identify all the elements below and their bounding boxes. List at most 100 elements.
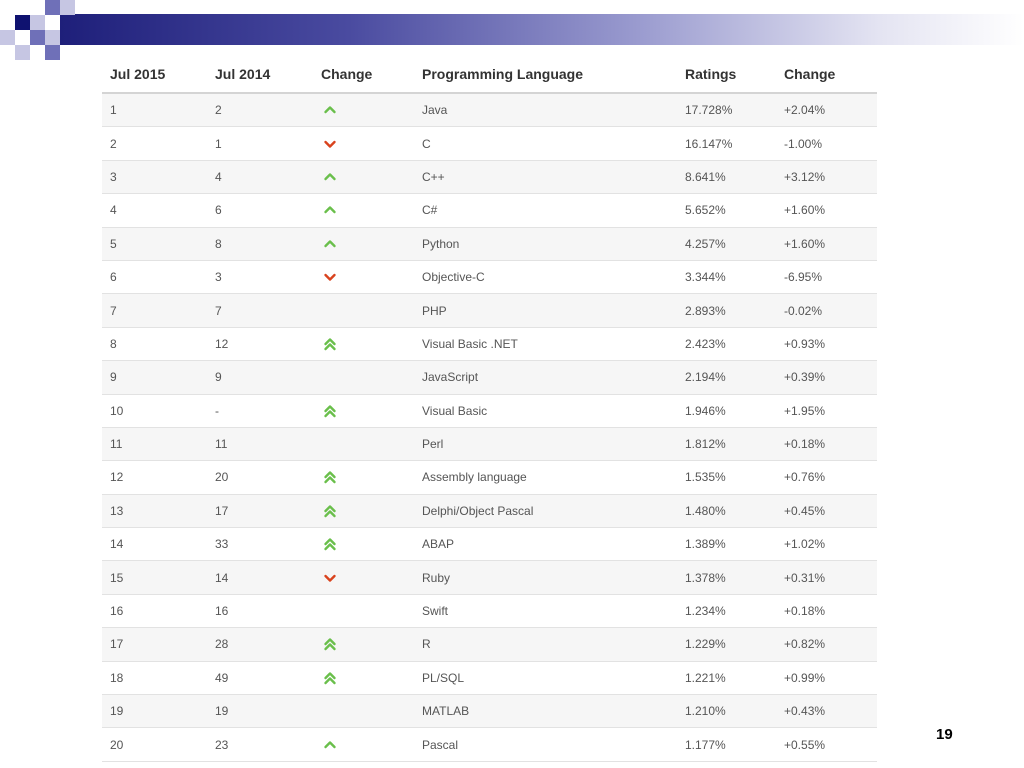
cell-rating: 3.344% [677, 260, 776, 295]
cell-rating: 1.210% [677, 694, 776, 729]
table-row: 9 9 JavaScript 2.194% +0.39% [102, 360, 877, 395]
cell-change-icon [313, 394, 414, 428]
chevron-down-icon [324, 574, 336, 582]
cell-rank-2014: 20 [207, 460, 313, 495]
cell-rating-change: +0.76% [776, 460, 877, 495]
cell-rating: 1.812% [677, 427, 776, 462]
cell-rating: 4.257% [677, 227, 776, 261]
cell-rank-2015: 6 [102, 260, 207, 295]
table-row: 13 17 Delphi/Object Pascal 1.480% +0.45% [102, 494, 877, 529]
cell-change-icon [313, 494, 414, 529]
cell-rating: 16.147% [677, 126, 776, 161]
cell-change-icon [313, 327, 414, 362]
header-square-decoration [30, 30, 45, 45]
cell-rating-change: +0.18% [776, 594, 877, 629]
header-square-decoration [45, 0, 60, 15]
header-square-decoration [15, 15, 30, 30]
cell-rating: 1.234% [677, 594, 776, 629]
header-square-decoration [60, 0, 75, 15]
column-header-jul-2014: Jul 2014 [207, 56, 313, 94]
chevron-down-icon [324, 140, 336, 148]
cell-rating-change: +2.04% [776, 93, 877, 128]
cell-rank-2015: 5 [102, 227, 207, 261]
double-chevron-up-icon [324, 405, 336, 417]
header-square-decoration [0, 30, 15, 45]
cell-language: Java [414, 93, 677, 128]
cell-rank-2015: 11 [102, 427, 207, 462]
table-row: 6 3 Objective-C 3.344% -6.95% [102, 260, 877, 295]
cell-rank-2015: 13 [102, 494, 207, 529]
cell-language: MATLAB [414, 694, 677, 729]
cell-change-icon [313, 460, 414, 495]
cell-language: ABAP [414, 527, 677, 562]
cell-language: Ruby [414, 560, 677, 595]
cell-rank-2015: 3 [102, 160, 207, 195]
cell-rank-2014: 19 [207, 694, 313, 729]
cell-rating-change: +0.43% [776, 694, 877, 729]
cell-rank-2015: 10 [102, 394, 207, 428]
column-header-ratings-change: Change [776, 56, 877, 94]
cell-change-icon [313, 427, 414, 462]
cell-rank-2014: 11 [207, 427, 313, 462]
cell-rating-change: -0.02% [776, 293, 877, 328]
cell-change-icon [313, 694, 414, 729]
table-row: 14 33 ABAP 1.389% +1.02% [102, 527, 877, 562]
cell-language: Swift [414, 594, 677, 629]
chevron-down-icon [324, 273, 336, 281]
cell-rank-2014: 23 [207, 727, 313, 762]
cell-rank-2015: 4 [102, 193, 207, 228]
slide-header-band [60, 14, 1024, 45]
double-chevron-up-icon [324, 471, 336, 484]
cell-language: Objective-C [414, 260, 677, 295]
cell-change-icon [313, 360, 414, 395]
cell-change-icon [313, 260, 414, 295]
cell-rank-2014: 49 [207, 661, 313, 696]
cell-rating: 2.893% [677, 293, 776, 328]
double-chevron-up-icon [324, 672, 336, 685]
cell-change-icon [313, 126, 414, 161]
cell-rank-2014: 14 [207, 560, 313, 595]
cell-language: C++ [414, 160, 677, 195]
table-row: 11 11 Perl 1.812% +0.18% [102, 427, 877, 462]
chevron-up-icon [324, 740, 336, 748]
cell-rating-change: +3.12% [776, 160, 877, 195]
double-chevron-up-icon [324, 638, 336, 651]
cell-rank-2015: 12 [102, 460, 207, 495]
chevron-up-icon [324, 240, 336, 247]
cell-rank-2014: 1 [207, 126, 313, 161]
cell-change-icon [313, 594, 414, 629]
cell-change-icon [313, 227, 414, 261]
header-square-decoration [30, 15, 45, 30]
column-header-change: Change [313, 56, 414, 94]
table-row: 15 14 Ruby 1.378% +0.31% [102, 560, 877, 595]
cell-rank-2014: 9 [207, 360, 313, 395]
table-row: 2 1 C 16.147% -1.00% [102, 126, 877, 161]
cell-language: PL/SQL [414, 661, 677, 696]
cell-rating: 1.221% [677, 661, 776, 696]
cell-rating-change: +0.55% [776, 727, 877, 762]
cell-rank-2015: 14 [102, 527, 207, 562]
table-row: 7 7 PHP 2.893% -0.02% [102, 293, 877, 328]
cell-rating: 1.946% [677, 394, 776, 428]
cell-language: R [414, 627, 677, 662]
cell-rank-2015: 1 [102, 93, 207, 128]
cell-rank-2014: 33 [207, 527, 313, 562]
tiobe-ranking-table: Jul 2015 Jul 2014 Change Programming Lan… [102, 56, 877, 762]
cell-rank-2015: 20 [102, 727, 207, 762]
cell-rating: 1.389% [677, 527, 776, 562]
cell-rating: 1.480% [677, 494, 776, 529]
cell-change-icon [313, 727, 414, 762]
cell-language: C# [414, 193, 677, 228]
cell-rank-2015: 18 [102, 661, 207, 696]
chevron-up-icon [324, 206, 336, 214]
cell-rating-change: +0.31% [776, 560, 877, 595]
cell-language: JavaScript [414, 360, 677, 395]
cell-rating: 5.652% [677, 193, 776, 228]
cell-rating-change: +1.95% [776, 394, 877, 428]
header-square-decoration [45, 45, 60, 60]
cell-rank-2014: 12 [207, 327, 313, 362]
cell-rank-2015: 8 [102, 327, 207, 362]
column-header-jul-2015: Jul 2015 [102, 56, 207, 94]
table-row: 17 28 R 1.229% +0.82% [102, 627, 877, 662]
table-row: 4 6 C# 5.652% +1.60% [102, 193, 877, 228]
